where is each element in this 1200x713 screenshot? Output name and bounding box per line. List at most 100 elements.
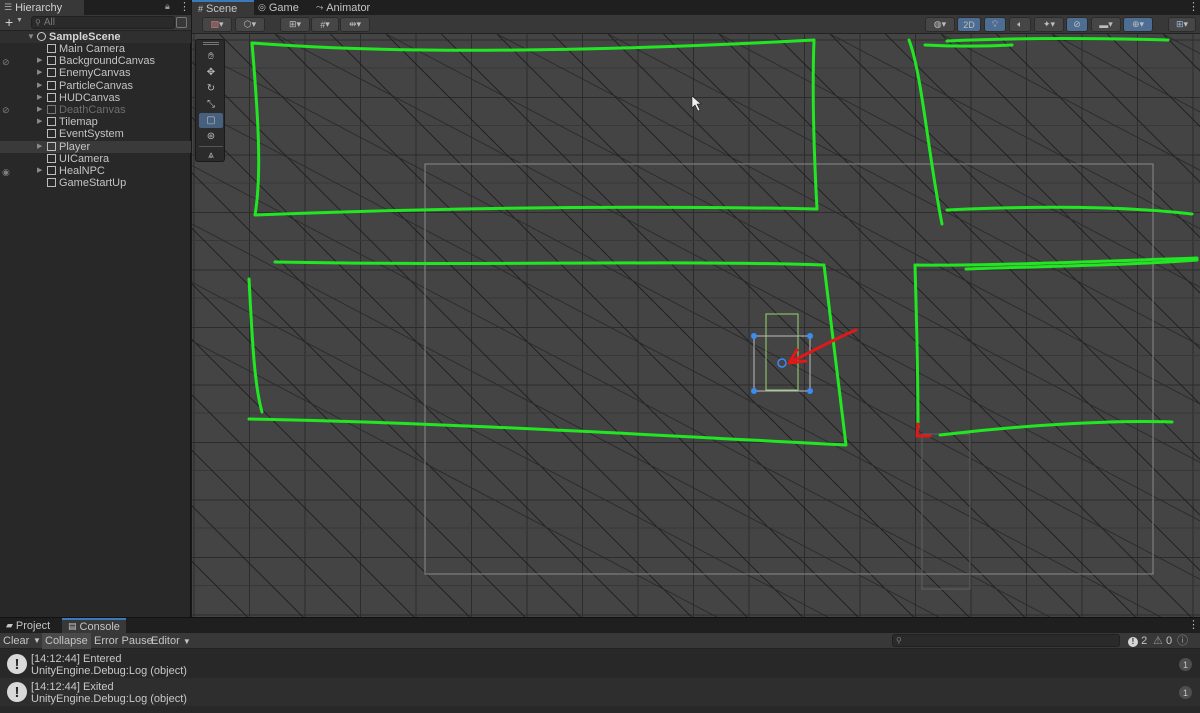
custom-tool-icon: ⩓ (208, 150, 214, 161)
hand-icon: ✋︎ (208, 51, 214, 62)
expand-arrow-icon[interactable]: ▶ (37, 165, 42, 177)
tab-game[interactable]: ◎ Game (252, 0, 304, 15)
transform-tool-button[interactable]: ⊛ (199, 129, 223, 144)
search-placeholder: All (43, 17, 55, 28)
wireframe-line (496, 34, 1200, 405)
rect-handle-top-right[interactable] (807, 333, 813, 339)
rect-handle-bottom-left[interactable] (751, 388, 757, 394)
expand-arrow-icon[interactable]: ▶ (37, 80, 42, 92)
hierarchy-item-label: Tilemap (59, 116, 98, 129)
orientation-button[interactable]: ◍ ▾ (925, 17, 955, 32)
shading-mode-button[interactable]: ⬡ ▾ (235, 17, 265, 32)
effects-button[interactable]: ✦ ▾ (1034, 17, 1064, 32)
increment-snap-button[interactable]: ⇹ ▾ (340, 17, 370, 32)
expand-arrow-icon[interactable]: ▶ (37, 141, 42, 153)
clear-button[interactable]: Clear (0, 633, 32, 649)
wireframe-line (192, 165, 1050, 617)
camera-button[interactable]: ▬ ▾ (1091, 17, 1121, 32)
annotation-top-right-room-bottom (945, 205, 1194, 216)
editor-dropdown[interactable]: Editor ▼ (148, 633, 194, 649)
tab-scene[interactable]: # Scene (192, 0, 254, 15)
search-options-icon[interactable] (176, 17, 187, 28)
warning-count-toggle[interactable]: ⚠ 0 (1150, 633, 1175, 649)
expand-arrow-icon[interactable]: ▶ (37, 104, 42, 116)
info-count-toggle[interactable]: ! 2 (1125, 633, 1150, 649)
scene-viewport[interactable] (192, 34, 1200, 617)
rect-handle-bottom-right[interactable] (807, 388, 813, 394)
error-pause-toggle[interactable]: Error Pause (91, 633, 156, 649)
scene-visibility-toggle[interactable]: ⊘ (1066, 17, 1088, 32)
palette-drag-handle[interactable] (203, 42, 219, 45)
expand-arrow-icon[interactable]: ▶ (37, 67, 42, 79)
2d-mode-toggle[interactable]: 2D (957, 17, 981, 32)
editor-dropdown-label: Editor (151, 635, 180, 647)
log-entry[interactable]: ! [14:12:44] Entered UnityEngine.Debug:L… (0, 650, 1200, 678)
grid-snap-button[interactable]: # ▾ (311, 17, 339, 32)
rotate-tool-button[interactable]: ↻ (199, 81, 223, 96)
hierarchy-item[interactable]: ▶ EnemyCanvas (0, 67, 191, 79)
log-entry[interactable]: ! [14:12:44] Exited UnityEngine.Debug:Lo… (0, 678, 1200, 706)
lock-icon[interactable]: 🔒︎ (165, 1, 170, 12)
tab-project[interactable]: ▰ Project (0, 618, 58, 633)
search-icon: ⚲ (896, 636, 902, 645)
log-count-badge: 1 (1179, 686, 1192, 699)
kebab-menu-icon[interactable]: ⋮ (1188, 618, 1199, 631)
hierarchy-item[interactable]: ▶ BackgroundCanvas (0, 55, 191, 67)
rect-transform-icon: ▢ (206, 115, 216, 126)
scene-root-row[interactable]: ▼ SampleScene (0, 31, 191, 43)
tab-console[interactable]: ▤ Console (62, 618, 126, 633)
collapse-toggle[interactable]: Collapse (42, 633, 91, 649)
gameobject-cube-icon (47, 153, 56, 163)
add-object-button[interactable]: + (5, 14, 13, 30)
hierarchy-item[interactable]: ▶ DeathCanvas (0, 104, 191, 116)
hierarchy-tabbar: ☰ Hierarchy 🔒︎ ⋮ (0, 0, 191, 15)
kebab-menu-icon[interactable]: ⋮ (179, 0, 190, 13)
hierarchy-item[interactable]: UICamera (0, 153, 191, 165)
hierarchy-item[interactable]: GameStartUp (0, 177, 191, 189)
hand-tool-button[interactable]: ✋︎ (199, 49, 223, 64)
hierarchy-item-label: GameStartUp (59, 177, 127, 190)
annotation-top-right-room-top (945, 37, 1170, 43)
scene-canvas[interactable] (192, 34, 1200, 617)
hierarchy-item[interactable]: ▶ HUDCanvas (0, 92, 191, 104)
tab-hierarchy[interactable]: ☰ Hierarchy (0, 0, 84, 15)
pivot-button[interactable]: ⊞ ▾ (280, 17, 310, 32)
custom-tool-button[interactable]: ⩓ (199, 148, 223, 163)
gameobject-cube-icon (47, 44, 56, 53)
pivot-handle[interactable] (777, 358, 787, 368)
console-search-field[interactable]: ⚲ (892, 634, 1120, 647)
scale-tool-button[interactable]: ⤡ (199, 97, 223, 112)
layers-button[interactable]: ⊞ ▾ (1168, 17, 1196, 32)
expand-arrow-icon[interactable]: ▶ (37, 116, 42, 128)
wireframe-line (496, 34, 1081, 617)
annotation-top-right-room-top2 (923, 43, 1014, 48)
gameobject-cube-icon (47, 105, 56, 114)
hierarchy-search-field[interactable]: ⚲ All (31, 16, 175, 29)
gizmos-button[interactable]: ⊕ ▾ (1123, 17, 1153, 32)
gizmo-draw-mode-button[interactable]: ▨ ▾ (202, 17, 232, 32)
audio-toggle[interactable]: 🔈︎ (1009, 17, 1031, 32)
tab-animator[interactable]: ⤳ Animator (310, 0, 376, 15)
annotation-green-strokes (247, 37, 1199, 447)
hierarchy-item-label: Player (59, 140, 91, 153)
expand-arrow-icon[interactable]: ▶ (37, 92, 42, 104)
hierarchy-item[interactable]: ▶ Player (0, 140, 191, 153)
error-count-toggle[interactable]: ⓘ 0 (1174, 633, 1200, 663)
hierarchy-item[interactable]: ▶ HealNPC (0, 165, 191, 177)
chevron-down-icon[interactable]: ▼ (16, 17, 23, 24)
snap-increment-icon: ⇹ (348, 19, 357, 29)
hierarchy-item[interactable]: EventSystem (0, 128, 191, 140)
expand-arrow-icon[interactable]: ▼ (27, 31, 35, 43)
log-message: [14:12:44] Entered (31, 653, 122, 665)
rect-handle-top-left[interactable] (751, 333, 757, 339)
rect-tool-button[interactable]: ▢ (199, 113, 223, 128)
folder-icon: ▰ (6, 620, 13, 630)
hierarchy-item[interactable]: ▶ Tilemap (0, 116, 191, 128)
transform-icon: ⊛ (206, 131, 216, 142)
lighting-toggle[interactable]: 💡︎ (984, 17, 1006, 32)
hierarchy-item[interactable]: ▶ ParticleCanvas (0, 80, 191, 92)
hierarchy-item[interactable]: Main Camera (0, 43, 191, 55)
expand-arrow-icon[interactable]: ▶ (37, 55, 42, 67)
kebab-menu-icon[interactable]: ⋮ (1188, 0, 1199, 13)
move-tool-button[interactable]: ✥ (199, 65, 223, 80)
